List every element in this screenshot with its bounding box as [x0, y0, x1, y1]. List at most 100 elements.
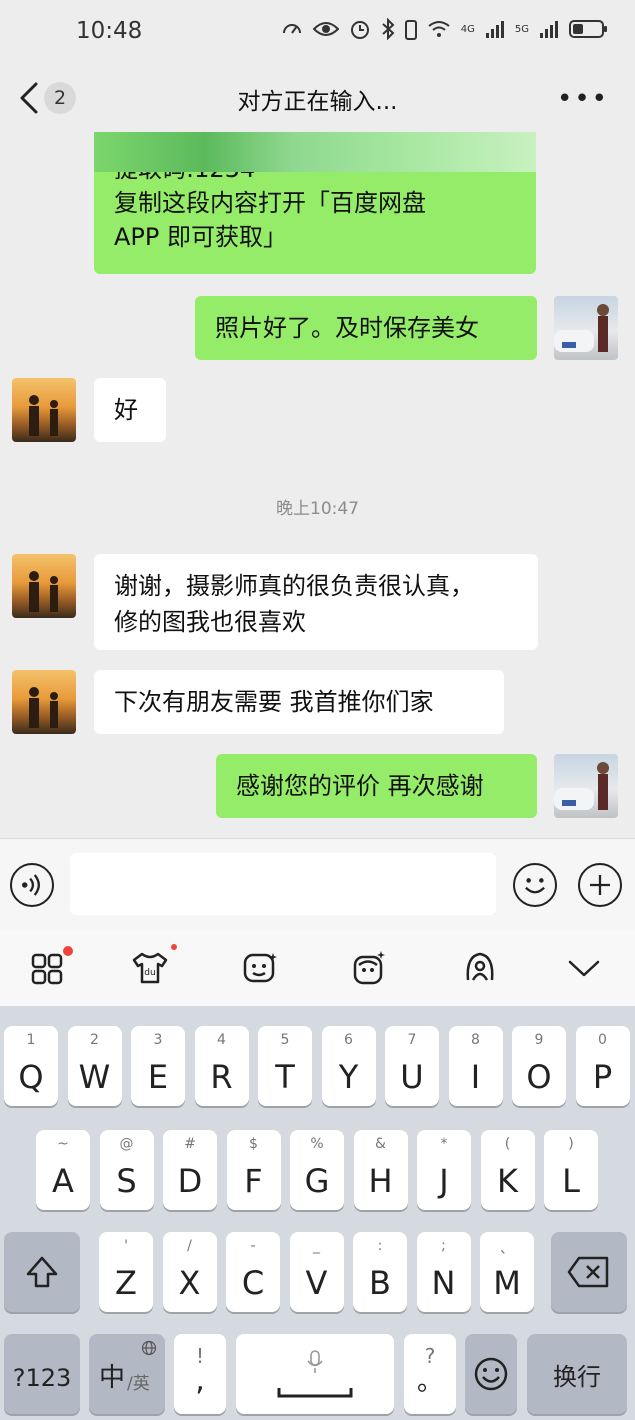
message-list[interactable]: S 提取码:1234 复制这段内容打开「百度网盘 APP 即可获取」 照片好了。…	[0, 132, 635, 838]
message-bubble-incoming[interactable]: 好	[94, 378, 166, 442]
enter-key[interactable]: 换行	[527, 1334, 627, 1414]
key-c[interactable]: -C	[226, 1232, 280, 1312]
signal-5g-icon: 5G	[514, 23, 529, 35]
globe-icon	[141, 1340, 157, 1356]
key-secondary-label: 1	[26, 1032, 36, 1048]
key-label: D	[177, 1162, 203, 1200]
backspace-key[interactable]	[551, 1232, 627, 1312]
key-b[interactable]: :B	[353, 1232, 407, 1312]
contact-avatar[interactable]	[12, 670, 76, 734]
speed-icon	[282, 24, 301, 34]
key-label: O	[526, 1058, 552, 1096]
key-label: H	[368, 1162, 393, 1200]
key-y[interactable]: 6Y	[321, 1026, 376, 1106]
key-label: L	[562, 1162, 580, 1200]
message-text: 谢谢，摄影师真的很负责很认真，	[114, 572, 474, 600]
message-bubble-outgoing[interactable]: 感谢您的评价 再次感谢	[216, 754, 537, 818]
key-secondary-label: $	[249, 1136, 258, 1152]
plus-icon[interactable]	[578, 863, 622, 907]
self-avatar[interactable]	[554, 296, 618, 360]
space-key[interactable]	[236, 1334, 394, 1414]
emoji-icon[interactable]	[513, 863, 557, 907]
status-time: 10:48	[76, 18, 143, 44]
key-secondary-label: 9	[534, 1032, 544, 1048]
shift-arrow-icon	[26, 1256, 58, 1288]
key-label: G	[304, 1162, 330, 1200]
key-x[interactable]: / X	[162, 1232, 217, 1312]
key-r[interactable]: 4R	[194, 1026, 249, 1106]
key-w[interactable]: 2W	[67, 1026, 122, 1106]
message-text: 下次有朋友需要 我首推你们家	[114, 688, 434, 716]
microphone-icon	[307, 1350, 323, 1373]
key-q[interactable]: 1Q	[4, 1026, 58, 1106]
voice-assistant-icon[interactable]	[460, 948, 500, 988]
avatar-emoji-icon[interactable]	[350, 948, 390, 988]
sticker-face-icon[interactable]	[240, 948, 280, 988]
message-bubble-incoming[interactable]: 谢谢，摄影师真的很负责很认真， 修的图我也很喜欢	[94, 554, 538, 650]
key-label: T	[275, 1058, 295, 1096]
message-text: 修的图我也很喜欢	[114, 608, 306, 636]
key-n[interactable]: ; N	[416, 1232, 471, 1312]
status-bar: 10:48 4G 5G	[0, 0, 635, 66]
collapse-keyboard-icon[interactable]	[564, 948, 604, 988]
key-s[interactable]: @ S	[99, 1130, 154, 1210]
key-secondary-label: 3	[153, 1032, 163, 1048]
language-switch-key[interactable]: 中 /英	[89, 1334, 165, 1414]
key-l[interactable]: ) L	[544, 1130, 598, 1210]
battery-icon	[569, 20, 607, 38]
key-g[interactable]: % G	[290, 1130, 344, 1210]
key-label: M	[493, 1264, 521, 1302]
key-v[interactable]: _ V	[289, 1232, 344, 1312]
period-key[interactable]: ? 。	[404, 1334, 456, 1414]
key-j[interactable]: * J	[417, 1130, 471, 1210]
self-avatar[interactable]	[554, 754, 618, 818]
shift-key[interactable]	[4, 1232, 80, 1312]
key-e[interactable]: 3E	[131, 1026, 185, 1106]
key-secondary-label: '	[124, 1238, 128, 1254]
key-label: Y	[338, 1058, 359, 1096]
apps-grid-icon[interactable]	[28, 948, 68, 988]
key-label: I	[470, 1058, 481, 1096]
key-d[interactable]: # D	[163, 1130, 217, 1210]
key-secondary-label: 0	[598, 1032, 607, 1048]
key-m[interactable]: 、 M	[480, 1232, 534, 1312]
key-label: A	[52, 1162, 74, 1200]
voice-input-icon[interactable]	[10, 863, 54, 907]
comma-key[interactable]: ! ,	[174, 1334, 226, 1414]
key-secondary-label: 5	[280, 1032, 290, 1048]
key-secondary-label: *	[440, 1136, 448, 1152]
emoji-key[interactable]	[465, 1334, 517, 1414]
keyboard-toolbar: du	[0, 930, 635, 1006]
key-k[interactable]: (K	[480, 1130, 535, 1210]
contact-avatar[interactable]	[12, 378, 76, 442]
more-options-icon[interactable]: •••	[557, 84, 609, 114]
key-z[interactable]: ' Z	[99, 1232, 153, 1312]
key-a[interactable]: ~ A	[36, 1130, 90, 1210]
key-label: Q	[18, 1058, 44, 1096]
eye-icon	[312, 22, 339, 36]
key-label: N	[431, 1264, 456, 1302]
key-u[interactable]: 7U	[385, 1026, 439, 1106]
key-i[interactable]: 8I	[448, 1026, 503, 1106]
message-text: 照片好了。及时保存美女	[215, 314, 479, 342]
key-o[interactable]: 9O	[512, 1026, 566, 1106]
key-secondary-label: 6	[344, 1032, 353, 1048]
numbers-key[interactable]: ?123	[4, 1334, 80, 1414]
key-h[interactable]: & H	[353, 1130, 408, 1210]
key-p[interactable]: 0P	[575, 1026, 630, 1106]
key-f[interactable]: $ F	[226, 1130, 281, 1210]
battery-saver-icon	[404, 20, 417, 40]
space-bar-icon	[277, 1388, 353, 1398]
key-secondary-label: ~	[57, 1136, 69, 1152]
key-label: X	[178, 1264, 201, 1302]
message-bubble-incoming[interactable]: 下次有朋友需要 我首推你们家	[94, 670, 504, 734]
key-t[interactable]: 5T	[258, 1026, 312, 1106]
message-bubble-outgoing[interactable]: 照片好了。及时保存美女	[195, 296, 537, 360]
key-secondary-label: )	[568, 1136, 574, 1152]
skin-tshirt-icon[interactable]: du	[130, 948, 170, 988]
key-secondary-label: (	[504, 1136, 511, 1152]
message-input[interactable]	[70, 853, 496, 915]
alarm-icon	[350, 21, 369, 39]
contact-avatar[interactable]	[12, 554, 76, 618]
key-secondary-label: _	[313, 1238, 320, 1254]
